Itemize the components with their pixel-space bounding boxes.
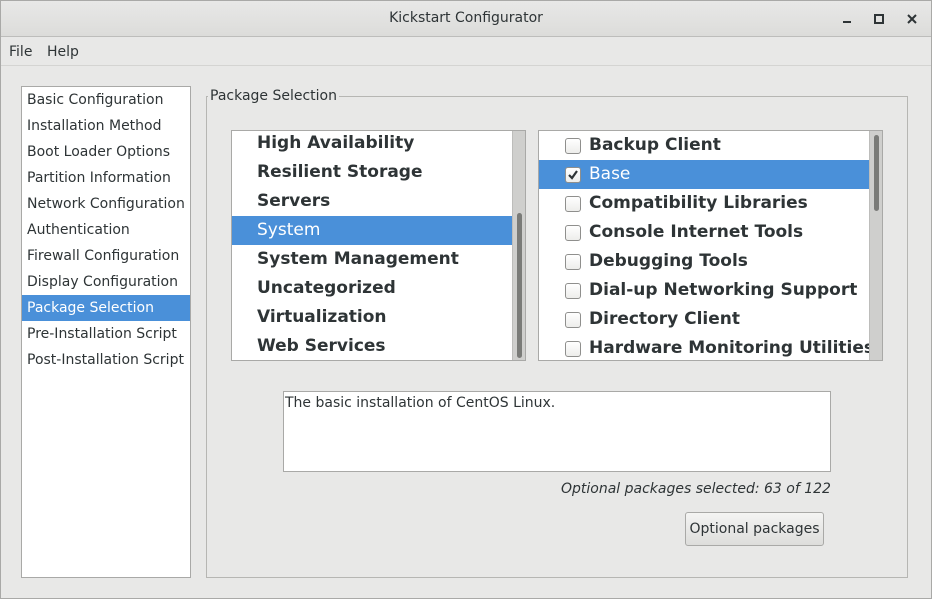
package-checkbox[interactable] xyxy=(565,196,581,212)
nav-item-display-configuration[interactable]: Display Configuration xyxy=(22,269,190,295)
group-item[interactable]: Web Services xyxy=(232,332,512,360)
nav-item-firewall-configuration[interactable]: Firewall Configuration xyxy=(22,243,190,269)
frame-label: Package Selection xyxy=(208,88,339,104)
group-item[interactable]: Uncategorized xyxy=(232,274,512,303)
maximize-button[interactable] xyxy=(869,9,889,29)
close-icon xyxy=(907,14,917,24)
package-item[interactable]: Debugging Tools xyxy=(539,247,869,276)
package-description: The basic installation of CentOS Linux. xyxy=(283,391,831,472)
nav-item-pre-installation-script[interactable]: Pre-Installation Script xyxy=(22,321,190,347)
package-item[interactable]: Hardware Monitoring Utilities xyxy=(539,334,874,360)
optional-packages-status: Optional packages selected: 63 of 122 xyxy=(561,481,831,497)
menu-file[interactable]: File xyxy=(9,44,32,60)
package-item[interactable]: Backup Client xyxy=(539,131,869,160)
package-list-scroll-thumb[interactable] xyxy=(874,135,879,211)
nav-item-authentication[interactable]: Authentication xyxy=(22,217,190,243)
close-button[interactable] xyxy=(902,9,922,29)
package-item[interactable]: Dial-up Networking Support xyxy=(539,276,869,305)
package-checkbox[interactable] xyxy=(565,341,581,357)
nav-item-post-installation-script[interactable]: Post-Installation Script xyxy=(22,347,190,373)
title-bar: Kickstart Configurator xyxy=(1,1,931,37)
package-label: Hardware Monitoring Utilities xyxy=(589,338,875,358)
package-item[interactable]: Directory Client xyxy=(539,305,869,334)
package-label: Debugging Tools xyxy=(589,251,748,271)
group-item[interactable]: Virtualization xyxy=(232,303,512,332)
package-checkbox[interactable] xyxy=(565,225,581,241)
package-item-selected[interactable]: Base xyxy=(539,160,869,189)
package-label: Compatibility Libraries xyxy=(589,193,808,213)
package-label: Dial-up Networking Support xyxy=(589,280,858,300)
menu-help[interactable]: Help xyxy=(47,44,79,60)
group-item[interactable]: System Management xyxy=(232,245,512,274)
nav-item-package-selection[interactable]: Package Selection xyxy=(22,295,190,321)
package-checkbox-checked[interactable] xyxy=(565,167,581,183)
group-item[interactable]: Resilient Storage xyxy=(232,158,512,187)
nav-item-boot-loader-options[interactable]: Boot Loader Options xyxy=(22,139,190,165)
package-item[interactable]: Console Internet Tools xyxy=(539,218,869,247)
package-label: Base xyxy=(589,164,631,184)
optional-packages-button[interactable]: Optional packages xyxy=(685,512,824,546)
package-label: Console Internet Tools xyxy=(589,222,804,242)
group-item-selected[interactable]: System xyxy=(232,216,512,245)
group-list-scrollbar[interactable] xyxy=(512,131,525,360)
nav-item-partition-information[interactable]: Partition Information xyxy=(22,165,190,191)
minimize-icon xyxy=(843,21,851,23)
minimize-button[interactable] xyxy=(837,9,857,29)
nav-item-basic-configuration[interactable]: Basic Configuration xyxy=(22,87,190,113)
package-label: Backup Client xyxy=(589,135,721,155)
package-group-list[interactable]: High Availability Resilient Storage Serv… xyxy=(231,130,526,361)
group-item[interactable]: High Availability xyxy=(232,131,512,158)
package-checkbox[interactable] xyxy=(565,283,581,299)
menu-bar: File Help xyxy=(1,38,931,66)
package-item[interactable]: Compatibility Libraries xyxy=(539,189,869,218)
section-list: Basic Configuration Installation Method … xyxy=(21,86,191,578)
group-list-scroll-thumb[interactable] xyxy=(517,213,522,358)
package-checkbox[interactable] xyxy=(565,312,581,328)
package-checkbox[interactable] xyxy=(565,254,581,270)
package-list[interactable]: Backup Client Base Compatibility Librari… xyxy=(538,130,883,361)
package-list-scrollbar[interactable] xyxy=(869,131,882,360)
window-title: Kickstart Configurator xyxy=(389,10,543,26)
checkmark-icon xyxy=(568,170,578,180)
nav-item-installation-method[interactable]: Installation Method xyxy=(22,113,190,139)
package-label: Directory Client xyxy=(589,309,741,329)
group-item[interactable]: Servers xyxy=(232,187,512,216)
nav-item-network-configuration[interactable]: Network Configuration xyxy=(22,191,190,217)
package-checkbox[interactable] xyxy=(565,138,581,154)
app-window: Kickstart Configurator File Help Basic C… xyxy=(0,0,932,599)
maximize-icon xyxy=(874,14,884,24)
